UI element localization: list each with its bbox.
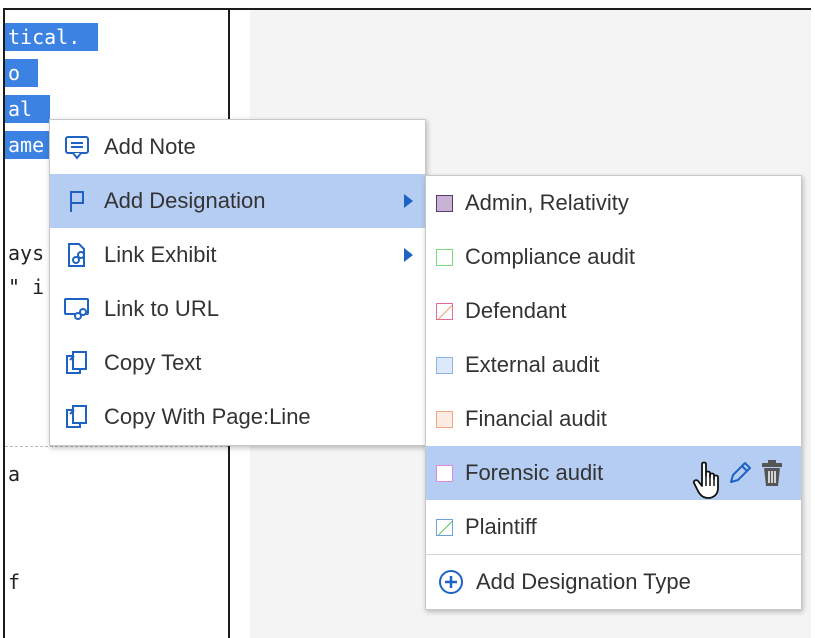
document-text-line: a (8, 462, 21, 486)
note-icon (62, 132, 92, 162)
menu-item-label: Add Note (104, 134, 196, 159)
designation-item-financial-audit[interactable]: Financial audit (426, 392, 801, 446)
add-designation-type-label: Add Designation Type (476, 569, 691, 594)
submenu-arrow-icon (404, 194, 413, 208)
designation-label: External audit (465, 352, 600, 377)
hand-cursor-icon (691, 460, 725, 500)
document-text-line: ays (8, 241, 45, 265)
designation-label: Compliance audit (465, 244, 635, 269)
menu-item-link-to-url[interactable]: Link to URL (50, 282, 425, 336)
designation-item-compliance-audit[interactable]: Compliance audit (426, 230, 801, 284)
designation-label: Admin, Relativity (465, 190, 629, 215)
copy-icon (62, 402, 92, 432)
edit-pencil-icon[interactable] (727, 460, 753, 486)
color-swatch (436, 356, 453, 374)
page-break-divider (5, 446, 228, 447)
submenu-arrow-icon (404, 248, 413, 262)
designation-label: Financial audit (465, 406, 607, 431)
context-menu: Add Note Add Designation Link Exhibit Li… (49, 119, 426, 446)
color-swatch (436, 194, 453, 212)
menu-item-label: Copy With Page:Line (104, 404, 311, 429)
designation-item-defendant[interactable]: Defendant (426, 284, 801, 338)
selected-text-line[interactable]: o (5, 59, 39, 87)
menu-item-label: Link to URL (104, 296, 219, 321)
copy-icon (62, 348, 92, 378)
add-designation-type-button[interactable]: Add Designation Type (426, 556, 801, 608)
color-swatch (436, 464, 453, 482)
designation-label: Forensic audit (465, 460, 604, 485)
menu-item-label: Link Exhibit (104, 242, 217, 267)
designation-item-admin-relativity[interactable]: Admin, Relativity (426, 176, 801, 230)
menu-item-add-designation[interactable]: Add Designation (50, 174, 425, 228)
plus-circle-icon (438, 569, 464, 595)
color-swatch (436, 248, 453, 266)
document-text-line: " i (8, 275, 45, 299)
submenu-divider (426, 554, 801, 555)
designation-submenu: Admin, Relativity Compliance audit Defen… (425, 175, 802, 610)
menu-item-copy-with-page-line[interactable]: Copy With Page:Line (50, 390, 425, 444)
designation-item-external-audit[interactable]: External audit (426, 338, 801, 392)
designation-label: Plaintiff (465, 514, 537, 539)
selected-text-line[interactable]: tical. (5, 23, 99, 51)
color-swatch (436, 518, 453, 536)
color-swatch (436, 410, 453, 428)
menu-item-link-exhibit[interactable]: Link Exhibit (50, 228, 425, 282)
selected-text-line[interactable]: al (5, 95, 51, 123)
menu-item-label: Copy Text (104, 350, 202, 375)
menu-item-label: Add Designation (104, 188, 266, 213)
color-swatch (436, 302, 453, 320)
menu-item-copy-text[interactable]: Copy Text (50, 336, 425, 390)
flag-icon (62, 186, 92, 216)
menu-item-add-note[interactable]: Add Note (50, 120, 425, 174)
document-text-line: f (8, 570, 21, 594)
designation-label: Defendant (465, 298, 567, 323)
link-exhibit-icon (62, 240, 92, 270)
trash-icon[interactable] (761, 459, 783, 487)
designation-item-plaintiff[interactable]: Plaintiff (426, 500, 801, 554)
link-url-icon (62, 294, 92, 324)
designation-item-forensic-audit[interactable]: Forensic audit (426, 446, 801, 500)
